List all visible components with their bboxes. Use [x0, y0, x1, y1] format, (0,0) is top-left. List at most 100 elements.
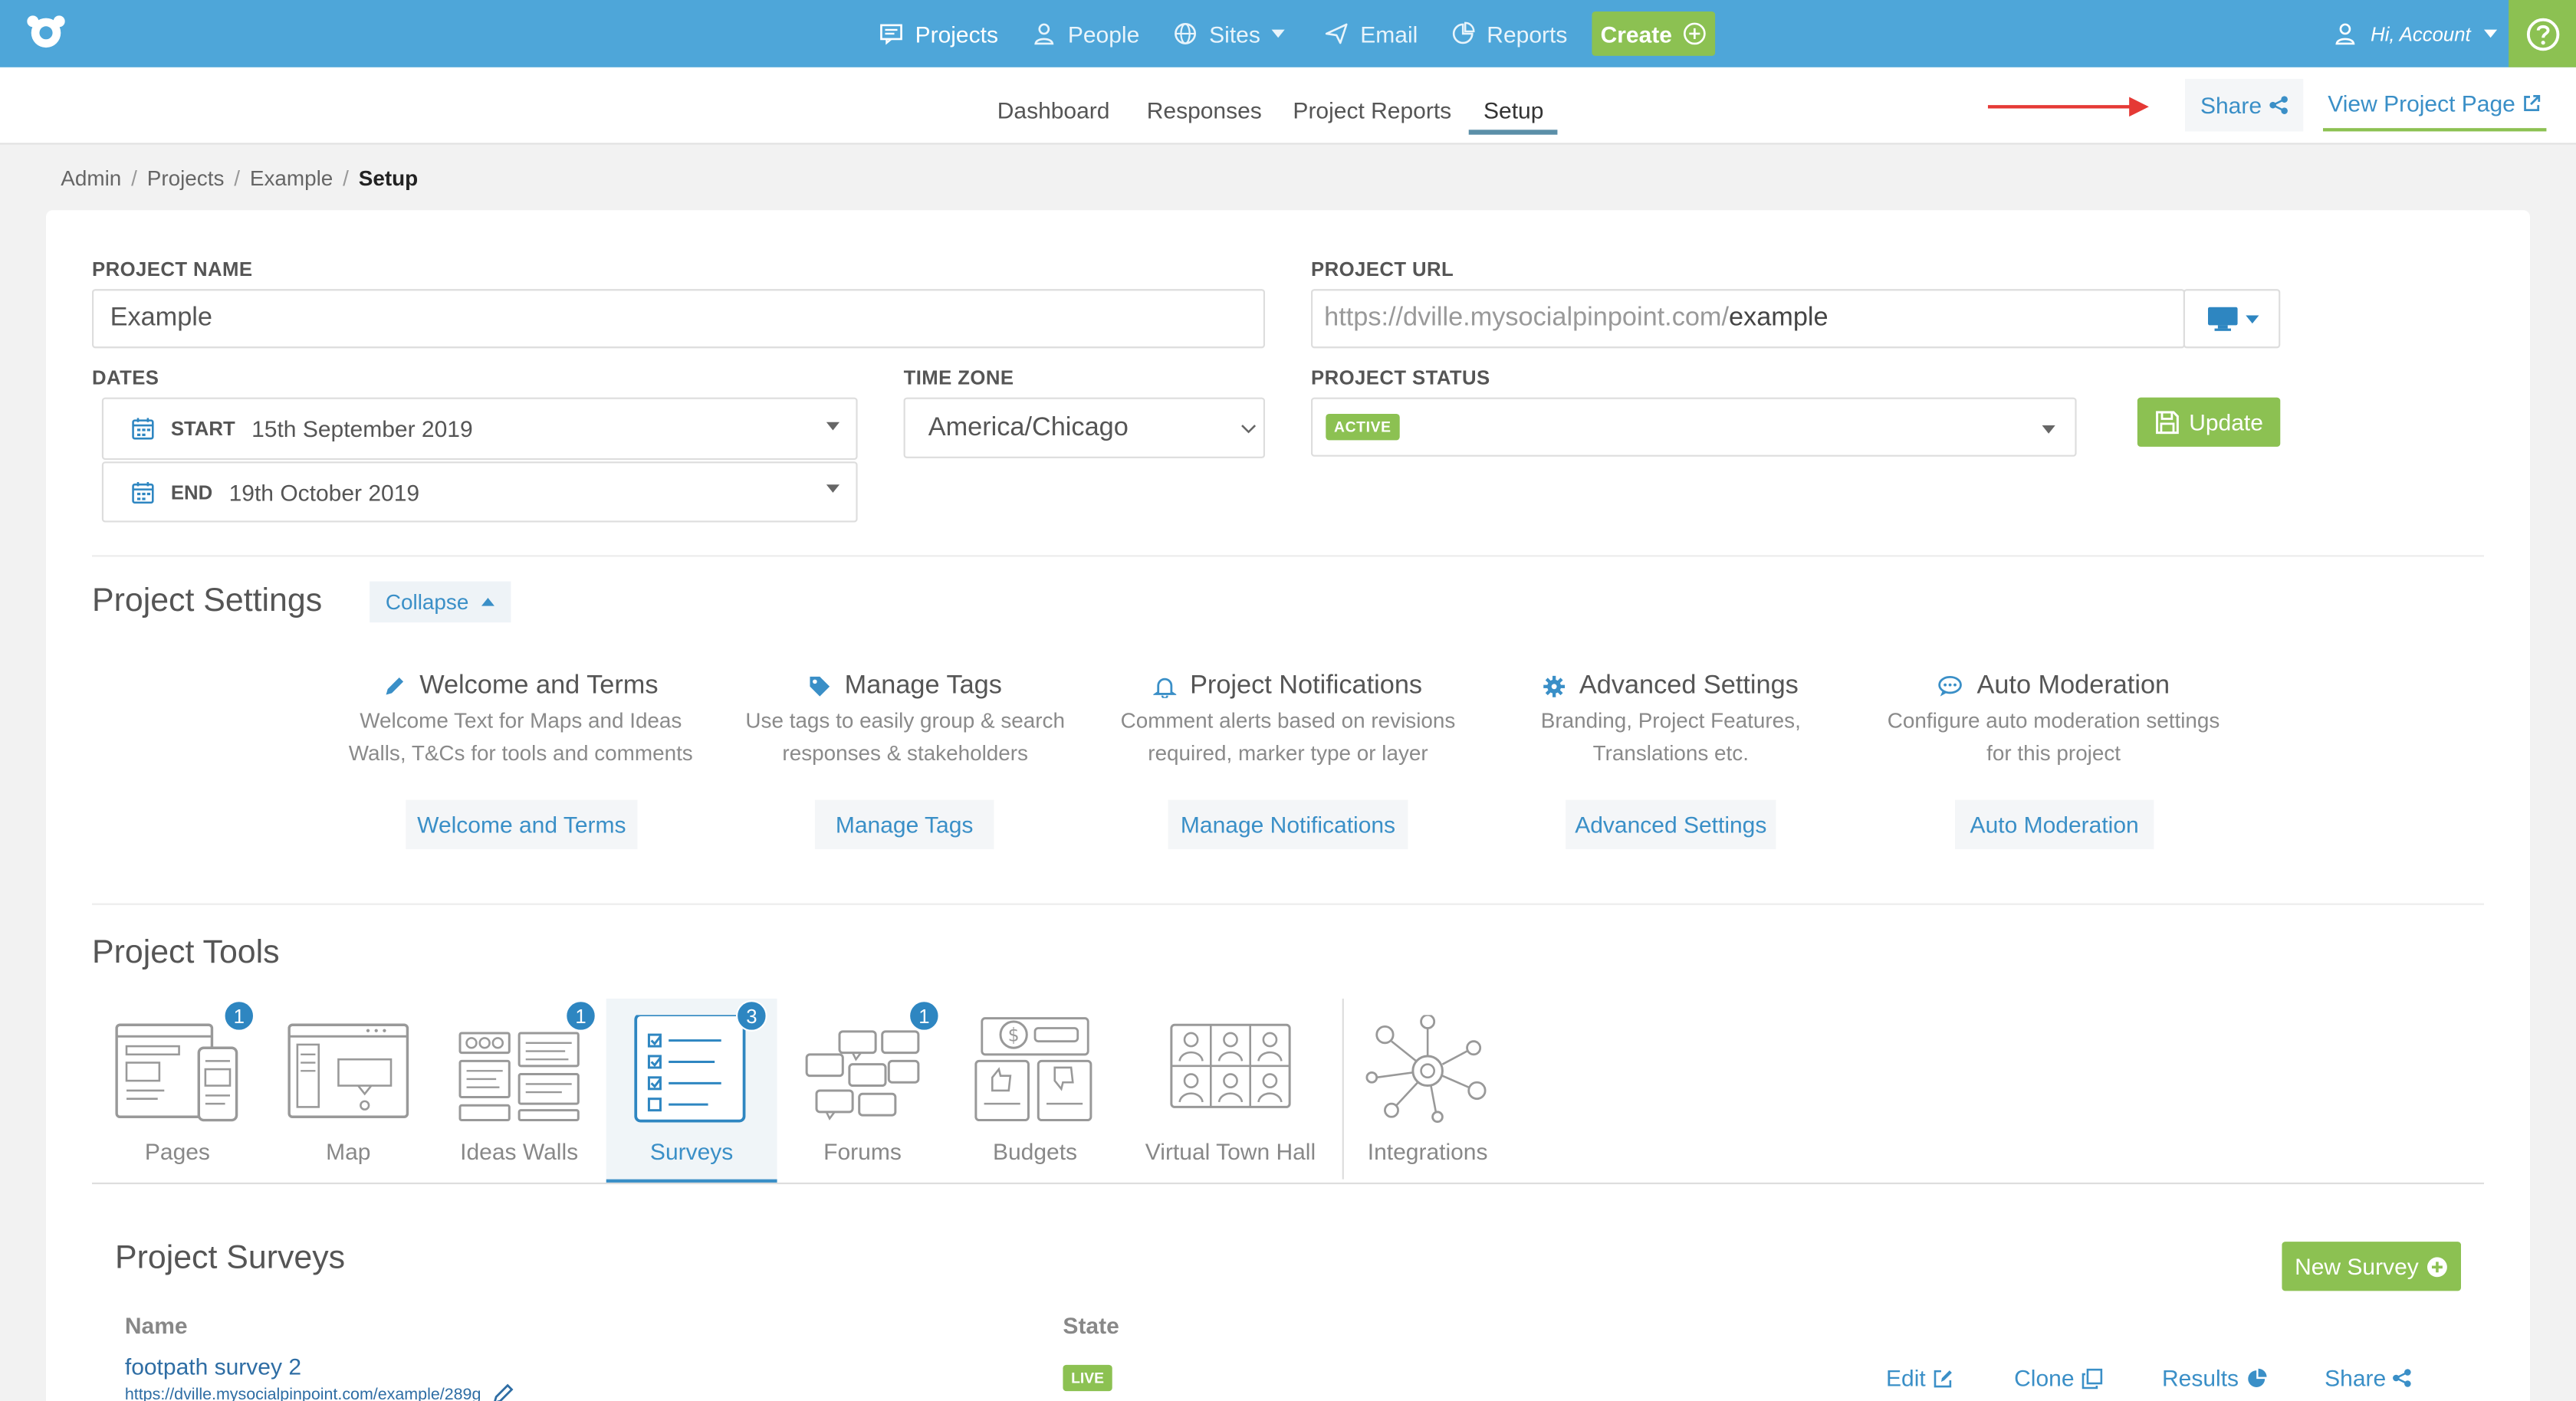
red-arrow-annotation	[1987, 97, 2149, 117]
breadcrumb-separator: /	[343, 166, 349, 191]
nav-people-label: People	[1067, 20, 1140, 48]
project-name-label: PROJECT NAME	[92, 258, 253, 281]
nav-email[interactable]: Email	[1324, 0, 1418, 67]
tool-label: Integrations	[1367, 1138, 1488, 1165]
tool-pages[interactable]: 1 Pages	[92, 999, 263, 1183]
tab-responses[interactable]: Responses	[1147, 97, 1262, 123]
survey-url-link[interactable]: https://dville.mysocialpinpoint.com/exam…	[125, 1386, 481, 1401]
project-url-input[interactable]: https://dville.mysocialpinpoint.com/exam…	[1311, 289, 2185, 349]
calendar-icon	[132, 481, 154, 503]
update-button[interactable]: Update	[2137, 397, 2281, 447]
results-action[interactable]: Results	[2162, 1365, 2266, 1391]
reports-icon	[1452, 21, 1475, 44]
tool-ideas-walls[interactable]: 1 Ideas Walls	[434, 999, 605, 1183]
tab-project-reports[interactable]: Project Reports	[1293, 97, 1451, 123]
collapse-label: Collapse	[385, 589, 469, 615]
breadcrumb-admin[interactable]: Admin	[61, 166, 121, 190]
tool-label: Surveys	[649, 1138, 734, 1165]
setting-desc: Branding, Project Features,	[1540, 707, 1801, 733]
tool-budgets[interactable]: $ Budgets	[950, 999, 1121, 1183]
logo-icon[interactable]	[23, 13, 69, 52]
tab-dashboard[interactable]: Dashboard	[997, 97, 1110, 123]
globe-icon	[1175, 22, 1197, 44]
setting-welcome-terms: Welcome and Terms Welcome Text for Maps …	[332, 670, 710, 770]
account-menu[interactable]: Hi, Account	[2333, 0, 2497, 67]
tool-forums[interactable]: 1 Forums	[777, 999, 948, 1183]
tool-surveys[interactable]: 3 Surveys	[606, 998, 777, 1183]
chevron-down-icon	[2246, 314, 2259, 323]
calendar-icon	[132, 418, 154, 440]
pencil-icon[interactable]	[491, 1383, 514, 1401]
forum-icon	[805, 1030, 920, 1120]
status-badge: ACTIVE	[1326, 414, 1400, 441]
end-date-picker[interactable]: END 19th October 2019	[101, 461, 858, 523]
setting-title: Welcome and Terms	[419, 671, 659, 699]
help-button[interactable]	[2509, 0, 2576, 67]
start-date-picker[interactable]: START 15th September 2019	[101, 397, 858, 461]
timezone-value: America/Chicago	[928, 412, 1129, 441]
budget-icon: $	[974, 1017, 1092, 1122]
manage-tags-button[interactable]: Manage Tags	[814, 799, 994, 849]
tool-integrations[interactable]: Integrations	[1342, 999, 1513, 1183]
video-conference-icon	[1170, 1023, 1291, 1108]
auto-moderation-button[interactable]: Auto Moderation	[1955, 799, 2154, 849]
new-survey-button[interactable]: New Survey	[2282, 1242, 2461, 1291]
tool-label: Map	[326, 1138, 371, 1165]
chevron-up-icon	[481, 598, 495, 606]
breadcrumb-projects[interactable]: Projects	[147, 166, 225, 190]
nav-sites-label: Sites	[1209, 20, 1260, 48]
setting-desc: Use tags to easily group & search	[745, 707, 1065, 733]
divider	[92, 903, 2484, 905]
share-action[interactable]: Share	[2325, 1365, 2412, 1391]
chevron-down-icon	[2042, 425, 2055, 434]
tool-label: Virtual Town Hall	[1145, 1138, 1316, 1165]
survey-name-link[interactable]: footpath survey 2	[125, 1353, 301, 1380]
nav-projects[interactable]: Projects	[879, 0, 998, 67]
tab-setup[interactable]: Setup	[1484, 97, 1543, 123]
setting-advanced: Advanced Settings Branding, Project Feat…	[1482, 670, 1860, 770]
chevron-down-icon	[1241, 425, 1257, 434]
setting-desc: Translations etc.	[1592, 740, 1749, 766]
tool-label: Pages	[144, 1138, 210, 1165]
chat-icon	[1938, 674, 1963, 696]
setting-title: Manage Tags	[844, 671, 1002, 699]
share-button[interactable]: Share	[2185, 78, 2304, 132]
nav-reports-label: Reports	[1487, 20, 1568, 48]
nav-people[interactable]: People	[1032, 0, 1140, 67]
collapse-button[interactable]: Collapse	[370, 581, 511, 623]
advanced-settings-button[interactable]: Advanced Settings	[1566, 799, 1776, 849]
top-navigation-bar: Projects People Sites Email Reports Crea…	[0, 0, 2576, 67]
plus-circle-icon	[1683, 22, 1706, 45]
clone-action[interactable]: Clone	[2014, 1365, 2102, 1391]
device-preview-dropdown[interactable]	[2183, 289, 2281, 349]
breadcrumb-separator: /	[131, 166, 137, 191]
project-url-slug[interactable]: example	[1729, 303, 1829, 333]
chevron-down-icon	[1271, 29, 1285, 38]
breadcrumb-example[interactable]: Example	[250, 166, 333, 190]
nav-reports[interactable]: Reports	[1451, 0, 1567, 67]
timezone-select[interactable]: America/Chicago	[903, 397, 1265, 458]
clone-label: Clone	[2014, 1364, 2075, 1392]
column-header-state: State	[1063, 1312, 1119, 1339]
create-button[interactable]: Create	[1592, 11, 1716, 56]
gear-icon	[1543, 674, 1566, 697]
share-icon	[2393, 1369, 2412, 1387]
edit-action[interactable]: Edit	[1886, 1365, 1953, 1391]
external-link-icon	[2524, 94, 2541, 111]
project-name-input[interactable]: Example	[92, 289, 1265, 349]
project-status-select[interactable]: ACTIVE	[1311, 397, 2077, 457]
survey-url: https://dville.mysocialpinpoint.com/exam…	[125, 1383, 514, 1401]
setting-desc: Walls, T&Cs for tools and comments	[348, 740, 693, 766]
nav-email-label: Email	[1360, 20, 1418, 48]
share-button-label: Share	[2200, 92, 2262, 119]
setting-desc: required, marker type or layer	[1148, 740, 1428, 766]
breadcrumb-current: Setup	[358, 166, 419, 191]
manage-notifications-button[interactable]: Manage Notifications	[1168, 799, 1408, 849]
welcome-and-terms-button[interactable]: Welcome and Terms	[406, 799, 638, 849]
tool-map[interactable]: Map	[263, 999, 434, 1183]
view-project-page-button[interactable]: View Project Page	[2323, 78, 2547, 132]
tool-virtual-town-hall[interactable]: Virtual Town Hall	[1138, 999, 1322, 1183]
chevron-down-icon	[826, 422, 840, 431]
nav-sites[interactable]: Sites	[1173, 0, 1285, 67]
pages-icon	[115, 1023, 238, 1122]
